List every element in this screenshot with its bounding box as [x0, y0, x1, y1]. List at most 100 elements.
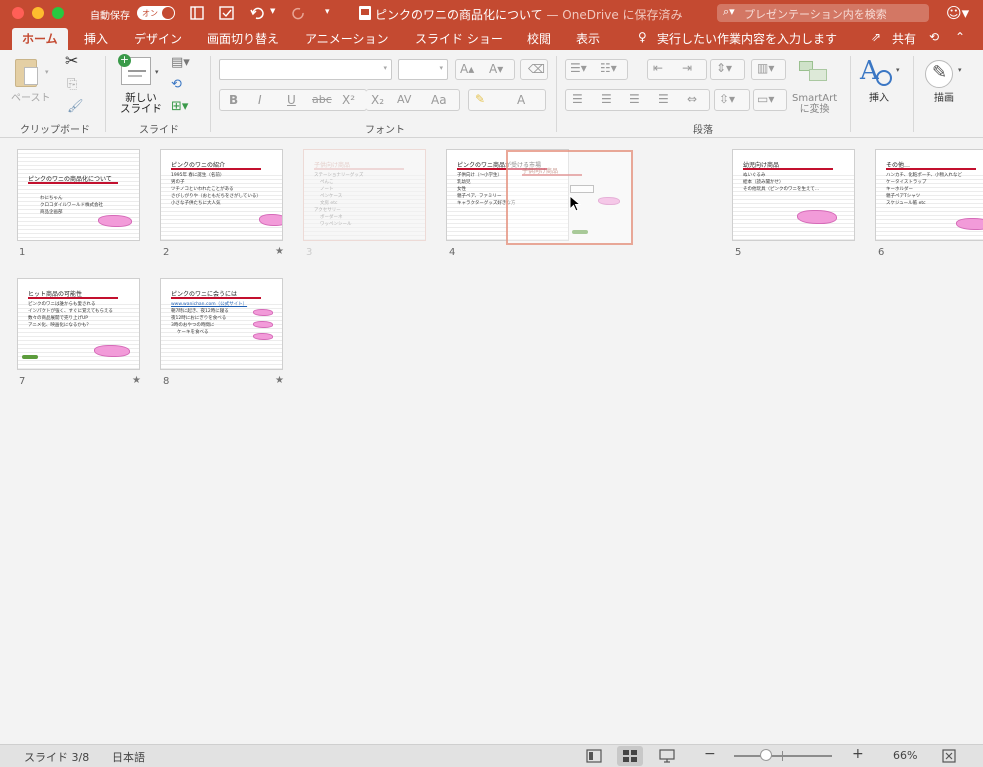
columns-button[interactable]: ▥▾: [751, 59, 786, 80]
align-text-button[interactable]: ▭▾: [753, 89, 787, 111]
insert-button[interactable]: 挿入: [869, 93, 889, 104]
bullets-icon[interactable]: ☰▾: [570, 61, 587, 75]
tab-design[interactable]: デザイン: [134, 30, 182, 47]
section-icon[interactable]: ⊞▾: [171, 99, 188, 114]
slide-thumbnail-1[interactable]: ピンクのワニの商品化について わにちゃん クロコダイルワールド株式会社 商品企画…: [17, 149, 140, 241]
customize-toolbar-icon[interactable]: ▾: [325, 7, 330, 17]
close-window-button[interactable]: [12, 7, 24, 19]
zoom-out-button[interactable]: −: [704, 746, 716, 762]
clear-formatting-button[interactable]: ⌫: [520, 59, 548, 80]
zoom-window-button[interactable]: [52, 7, 64, 19]
tab-slideshow[interactable]: スライド ショー: [415, 30, 503, 47]
slide-thumbnail-3-placeholder[interactable]: 子供向け商品 ステーショナリーグッズ ぺんこ ノート ペンケース 文房 etc …: [303, 149, 426, 241]
slide-thumbnail-8[interactable]: ピンクのワニに会うには www.wanichan.com（公式サイト） 朝7時に…: [160, 278, 283, 370]
collapse-ribbon-icon[interactable]: ⌃: [955, 30, 965, 44]
account-smiley-icon[interactable]: ☺▾: [946, 4, 969, 22]
font-name-combo[interactable]: ▾: [219, 59, 392, 80]
underline-button[interactable]: U: [287, 93, 296, 107]
undo-dropdown-icon[interactable]: ▼: [270, 7, 275, 15]
shrink-font-button[interactable]: A▾: [489, 62, 503, 76]
sidebar-toggle-icon[interactable]: [190, 6, 204, 20]
slide-title-rule: [28, 182, 118, 184]
tab-animations[interactable]: アニメーション: [305, 30, 389, 47]
tab-insert[interactable]: 挿入: [84, 30, 108, 47]
transition-star-icon: ★: [275, 246, 284, 257]
tab-home[interactable]: ホーム: [12, 28, 68, 50]
search-icon: ⌕▾: [723, 5, 735, 18]
bold-button[interactable]: B: [229, 93, 238, 107]
paste-button[interactable]: ペースト: [11, 93, 51, 104]
fit-to-window-icon[interactable]: [942, 749, 956, 763]
tab-review[interactable]: 校閲: [527, 30, 551, 47]
toggle-knob: [162, 7, 174, 19]
layout-icon[interactable]: ▤▾: [171, 55, 190, 70]
new-slide-dropdown-icon[interactable]: ▾: [155, 68, 159, 76]
increase-indent-icon[interactable]: ⇥: [682, 61, 692, 75]
paste-clipboard-icon[interactable]: [12, 57, 40, 91]
subscript-button[interactable]: X₂: [371, 93, 384, 107]
smartart-convert-icon[interactable]: [795, 59, 831, 85]
smartart-convert-button[interactable]: SmartArt に変換: [792, 93, 837, 115]
font-color-button[interactable]: A: [517, 93, 525, 107]
zoom-slider-track[interactable]: [734, 755, 832, 757]
reset-slide-icon[interactable]: ⟲: [171, 77, 182, 92]
slide-bullet: 夜12時におにぎりを食べる: [171, 316, 227, 321]
font-size-combo[interactable]: ▾: [398, 59, 448, 80]
highlight-icon[interactable]: ✎: [475, 92, 485, 106]
format-painter-icon[interactable]: 🖌: [67, 99, 84, 114]
paste-dropdown-icon[interactable]: ▾: [45, 68, 49, 76]
insert-shapes-icon[interactable]: A ▾: [860, 56, 900, 90]
justify-icon[interactable]: ☰: [658, 92, 669, 106]
strikethrough-button[interactable]: abc: [312, 93, 332, 106]
zoom-in-button[interactable]: +: [852, 746, 864, 762]
align-left-icon[interactable]: ☰: [572, 92, 583, 106]
autosave-toggle[interactable]: オン: [137, 6, 175, 20]
tab-transitions[interactable]: 画面切り替え: [207, 30, 279, 47]
search-box[interactable]: ⌕▾ プレゼンテーション内を検索: [717, 4, 929, 22]
text-direction-button[interactable]: ⇳▾: [714, 89, 750, 111]
draw-pen-icon[interactable]: ✎ ▾: [922, 58, 966, 92]
tell-me-box[interactable]: 実行したい作業内容を入力します: [657, 30, 837, 47]
cut-scissors-icon[interactable]: ✂: [65, 51, 78, 70]
slide-sorter-view-button[interactable]: [617, 746, 643, 766]
save-icon[interactable]: [219, 6, 235, 20]
pink-croc-image: [797, 210, 837, 224]
eraser-icon: ⌫: [528, 62, 545, 76]
zoom-percentage[interactable]: 66%: [893, 749, 917, 762]
copy-icon[interactable]: ⎘: [67, 77, 77, 92]
share-icon[interactable]: ⇗: [871, 30, 881, 44]
slide-thumbnail-7[interactable]: ヒット商品の可能性 ピンクのワニは誰からも愛される インパクトが強く、すぐに覚え…: [17, 278, 140, 370]
slide-number: 4: [449, 247, 456, 258]
distribute-icon[interactable]: ⇔: [687, 92, 697, 106]
reading-view-icon[interactable]: [659, 749, 675, 763]
share-button[interactable]: 共有: [892, 30, 916, 47]
slide-number: 6: [878, 247, 885, 258]
numbering-icon[interactable]: ☷▾: [600, 61, 617, 75]
new-slide-button[interactable]: 新しい スライド: [120, 93, 162, 115]
line-spacing-button[interactable]: ⇕▾: [710, 59, 745, 80]
document-save-status: — OneDrive に保存済み: [542, 8, 683, 22]
history-icon[interactable]: ⟲: [929, 30, 939, 44]
grow-font-button[interactable]: A▴: [460, 62, 474, 76]
minimize-window-button[interactable]: [32, 7, 44, 19]
slide-thumbnail-5[interactable]: 幼児向け商品 ぬいぐるみ 絵本（読み聞かせ） その他玩具（ピンクのワニを生えて…: [732, 149, 855, 241]
slide-thumbnail-6[interactable]: その他… ハンカチ、化粧ポーチ、小物入れなど ケータイストラップ キーホルダー …: [875, 149, 983, 241]
character-spacing-button[interactable]: AV: [397, 93, 411, 106]
zoom-slider-thumb[interactable]: [760, 749, 773, 761]
slide-bullet: 親子ペア、ファミリー: [457, 194, 502, 199]
align-center-icon[interactable]: ☰: [601, 92, 612, 106]
tab-view[interactable]: 表示: [576, 30, 600, 47]
decrease-indent-icon[interactable]: ⇤: [653, 61, 663, 75]
new-slide-icon[interactable]: +: [118, 54, 151, 85]
change-case-button[interactable]: Aa: [431, 93, 447, 107]
align-right-icon[interactable]: ☰: [629, 92, 640, 106]
italic-button[interactable]: I: [258, 93, 262, 107]
undo-icon[interactable]: [250, 6, 266, 20]
superscript-button[interactable]: X²: [342, 93, 355, 107]
slide-thumbnail-2[interactable]: ピンクのワニの紹介 1995年 春に誕生（名前） 男の子 ツチノコといわれたこと…: [160, 149, 283, 241]
draw-button[interactable]: 描画: [934, 93, 954, 104]
slide-bullet: ペンケース: [320, 194, 343, 199]
language-indicator[interactable]: 日本語: [112, 749, 145, 765]
normal-view-icon[interactable]: [586, 749, 602, 763]
font-size-buttons: A▴ A▾: [455, 59, 515, 80]
